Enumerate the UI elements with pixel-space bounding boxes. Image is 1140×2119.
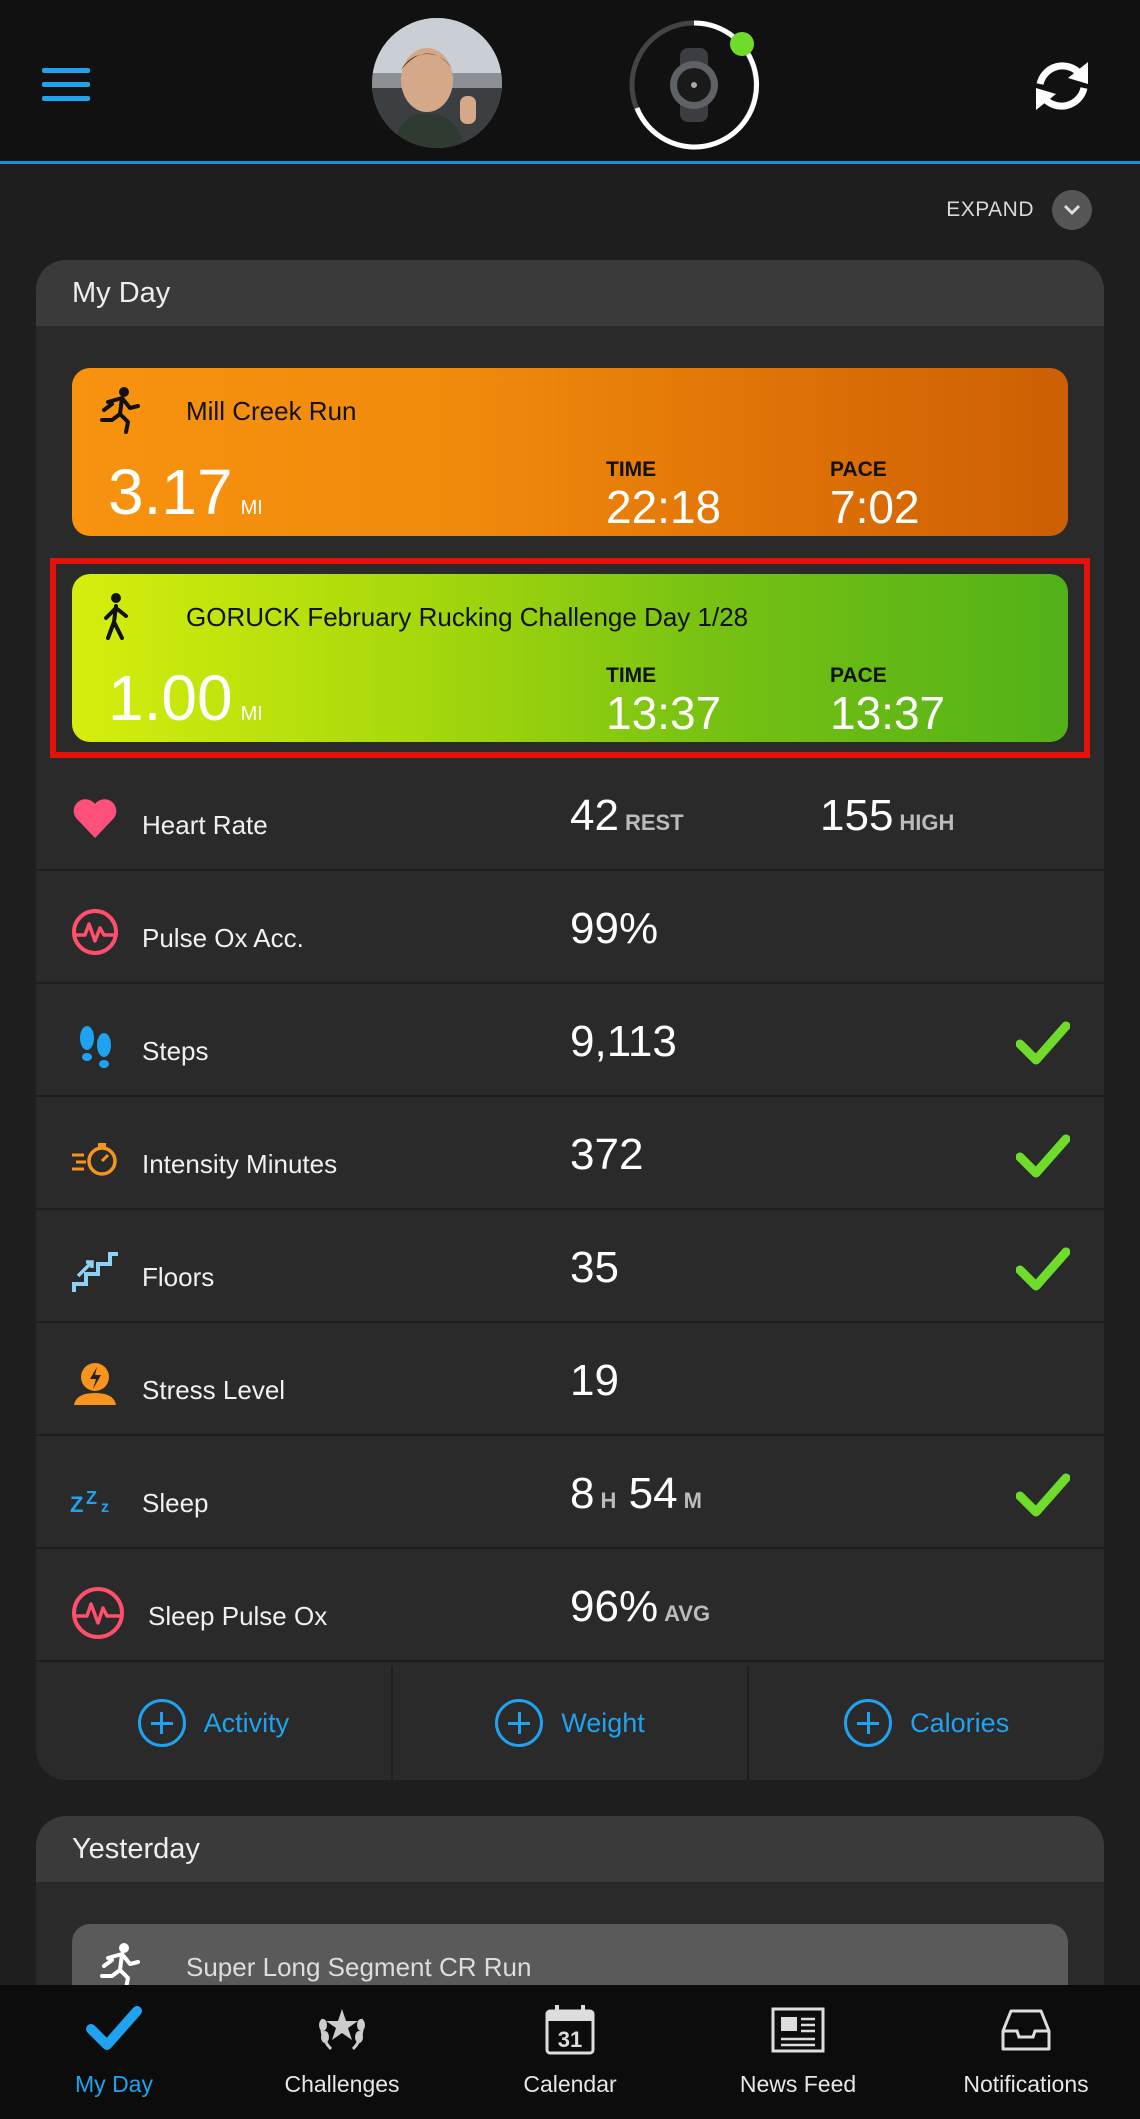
activity-name: GORUCK February Rucking Challenge Day 1/…: [186, 602, 749, 632]
activity-distance: 3.17 MI: [108, 456, 263, 528]
time-label: TIME: [606, 458, 657, 481]
add-activity-button[interactable]: Activity: [36, 1666, 393, 1780]
running-icon: [94, 386, 140, 434]
sync-icon[interactable]: [1030, 54, 1094, 118]
inbox-tray-icon: [997, 2003, 1055, 2055]
metric-label: Sleep: [142, 1488, 209, 1518]
add-bar: Activity Weight Calories: [36, 1666, 1104, 1780]
pace-value: 7:02: [830, 481, 920, 533]
sleep-pulse-ox-icon: [70, 1585, 124, 1639]
heart-icon: [70, 794, 120, 844]
metric-row-sleep[interactable]: ZZz Sleep 8H 54 M: [36, 1436, 1104, 1549]
metrics-list: Heart Rate 42 REST 155 HIGH Pulse Ox Acc. …: [36, 758, 1104, 1662]
metric-row-intensity-minutes[interactable]: Intensity Minutes 372: [36, 1097, 1104, 1210]
time-label: TIME: [606, 664, 657, 687]
nav-label: Calendar: [523, 2071, 617, 2097]
running-icon: [94, 1942, 140, 1990]
metric-value: 99%: [570, 904, 659, 953]
add-activity-label: Activity: [203, 1707, 290, 1738]
pace-label: PACE: [830, 664, 887, 687]
newspaper-icon: [769, 2003, 827, 2055]
metric-value: 35: [570, 1243, 619, 1292]
expand-label: EXPAND: [946, 198, 1034, 221]
nav-my-day[interactable]: My Day: [0, 1985, 228, 2119]
svg-text:z: z: [101, 1499, 109, 1516]
metric-row-heart-rate[interactable]: Heart Rate 42 REST 155 HIGH: [36, 758, 1104, 871]
metric-label: Steps: [142, 1036, 209, 1066]
sleep-icon: ZZz: [70, 1472, 120, 1522]
nav-challenges[interactable]: Challenges: [228, 1985, 456, 2119]
top-bar: [0, 0, 1140, 164]
metric-value: 8H 54 M: [570, 1469, 702, 1518]
svg-text:Z: Z: [70, 1492, 83, 1517]
time-value: 22:18: [606, 481, 722, 533]
stairs-icon: [70, 1246, 120, 1296]
metric-row-sleep-pulse-ox[interactable]: Sleep Pulse Ox 96% AVG: [36, 1549, 1104, 1662]
metric-label: Stress Level: [142, 1375, 286, 1405]
metric-row-stress[interactable]: Stress Level 19: [36, 1323, 1104, 1436]
metric-label: Sleep Pulse Ox: [148, 1601, 328, 1631]
nav-notifications[interactable]: Notifications: [912, 1985, 1140, 2119]
bottom-nav: My Day Challenges 31 Calendar News Feed …: [0, 1985, 1140, 2119]
nav-news-feed[interactable]: News Feed: [684, 1985, 912, 2119]
my-day-title: My Day: [36, 260, 1104, 326]
metric-label: Floors: [142, 1262, 215, 1292]
activity-name: Mill Creek Run: [186, 396, 357, 426]
calendar-day-number: 31: [558, 2027, 582, 2052]
add-weight-label: Weight: [561, 1707, 645, 1738]
goal-check-icon: [1015, 1133, 1071, 1179]
nav-label: News Feed: [739, 2071, 857, 2097]
yesterday-title: Yesterday: [36, 1816, 1104, 1882]
plus-circle-icon: [844, 1699, 893, 1747]
nav-label: Challenges: [284, 2071, 400, 2097]
walking-icon: [94, 592, 140, 640]
time-value: 13:37: [606, 687, 722, 739]
pulse-ox-icon: [70, 907, 120, 957]
metric-value-high: 155 HIGH: [820, 791, 955, 840]
activity-card-goruck-challenge[interactable]: GORUCK February Rucking Challenge Day 1/…: [72, 574, 1068, 742]
add-calories-label: Calories: [910, 1707, 1010, 1738]
nav-label: Notifications: [963, 2071, 1089, 2097]
plus-circle-icon: [137, 1699, 186, 1747]
metric-value: 42 REST: [570, 791, 684, 840]
activity-name: Super Long Segment CR Run: [186, 1952, 532, 1982]
pace-value: 13:37: [830, 687, 946, 739]
plus-circle-icon: [495, 1699, 544, 1747]
footprints-icon: [70, 1020, 120, 1070]
metric-label: Heart Rate: [142, 810, 268, 840]
activity-distance: 1.00 MI: [108, 662, 263, 734]
laurel-icon: [313, 2003, 371, 2055]
metric-row-steps[interactable]: Steps 9,113: [36, 984, 1104, 1097]
expand-control[interactable]: EXPAND: [946, 190, 1092, 230]
calendar-icon: 31: [541, 2003, 599, 2055]
svg-text:Z: Z: [86, 1488, 97, 1508]
metric-row-pulse-ox[interactable]: Pulse Ox Acc. 99%: [36, 871, 1104, 984]
metric-label: Intensity Minutes: [142, 1149, 338, 1179]
pace-label: PACE: [830, 458, 887, 481]
metric-row-floors[interactable]: Floors 35: [36, 1210, 1104, 1323]
activity-card-mill-creek-run[interactable]: Mill Creek Run 3.17 MI TIME 22:18 PACE 7:…: [72, 368, 1068, 536]
goal-check-icon: [1015, 1246, 1071, 1292]
metric-label: Pulse Ox Acc.: [142, 923, 304, 953]
metric-value: 96% AVG: [570, 1582, 711, 1631]
nav-calendar[interactable]: 31 Calendar: [456, 1985, 684, 2119]
stopwatch-icon: [70, 1133, 120, 1183]
add-weight-button[interactable]: Weight: [393, 1666, 750, 1780]
my-day-card: My Day Mill Creek Run 3.17 MI TIME 22:18 …: [36, 260, 1104, 1780]
metric-value: 9,113: [570, 1017, 677, 1066]
nav-label: My Day: [75, 2071, 153, 2097]
metric-value: 19: [570, 1356, 619, 1405]
goal-check-icon: [1015, 1472, 1071, 1518]
goal-check-icon: [1015, 1020, 1071, 1066]
avatar[interactable]: [372, 18, 502, 148]
add-calories-button[interactable]: Calories: [749, 1666, 1104, 1780]
metric-value: 372: [570, 1130, 644, 1179]
stress-icon: [70, 1359, 120, 1409]
checkmark-icon: [85, 2003, 143, 2055]
device-connected-dot: [730, 32, 754, 56]
chevron-down-icon[interactable]: [1052, 190, 1092, 230]
menu-icon[interactable]: [42, 68, 90, 104]
